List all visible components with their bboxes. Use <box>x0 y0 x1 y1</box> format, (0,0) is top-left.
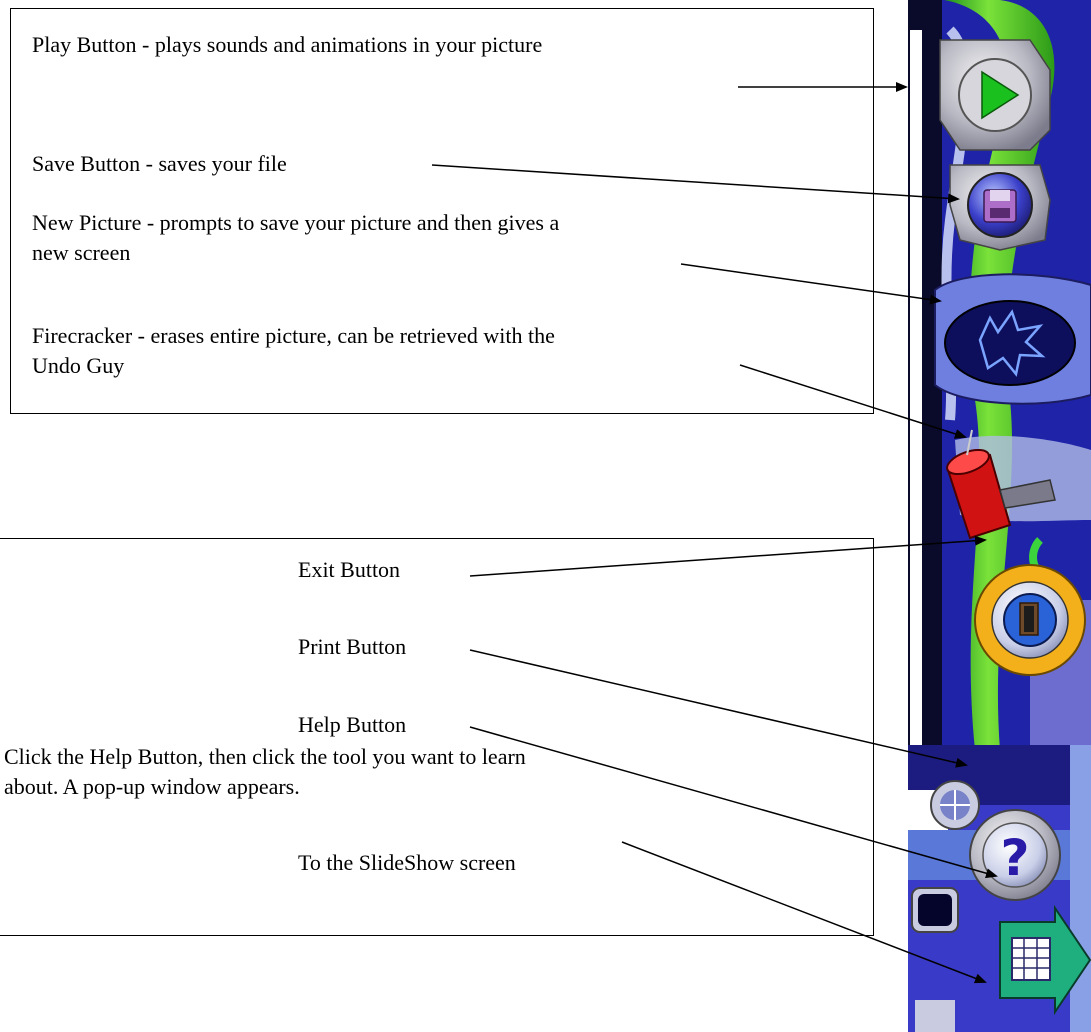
arrow-to-new-picture <box>680 263 942 305</box>
arrow-to-exit <box>469 535 987 577</box>
arrow-to-firecracker <box>739 364 967 439</box>
connector-arrows <box>431 82 998 984</box>
arrow-to-slideshow <box>621 841 987 984</box>
arrow-to-help <box>469 726 998 879</box>
arrow-to-save <box>431 164 960 204</box>
